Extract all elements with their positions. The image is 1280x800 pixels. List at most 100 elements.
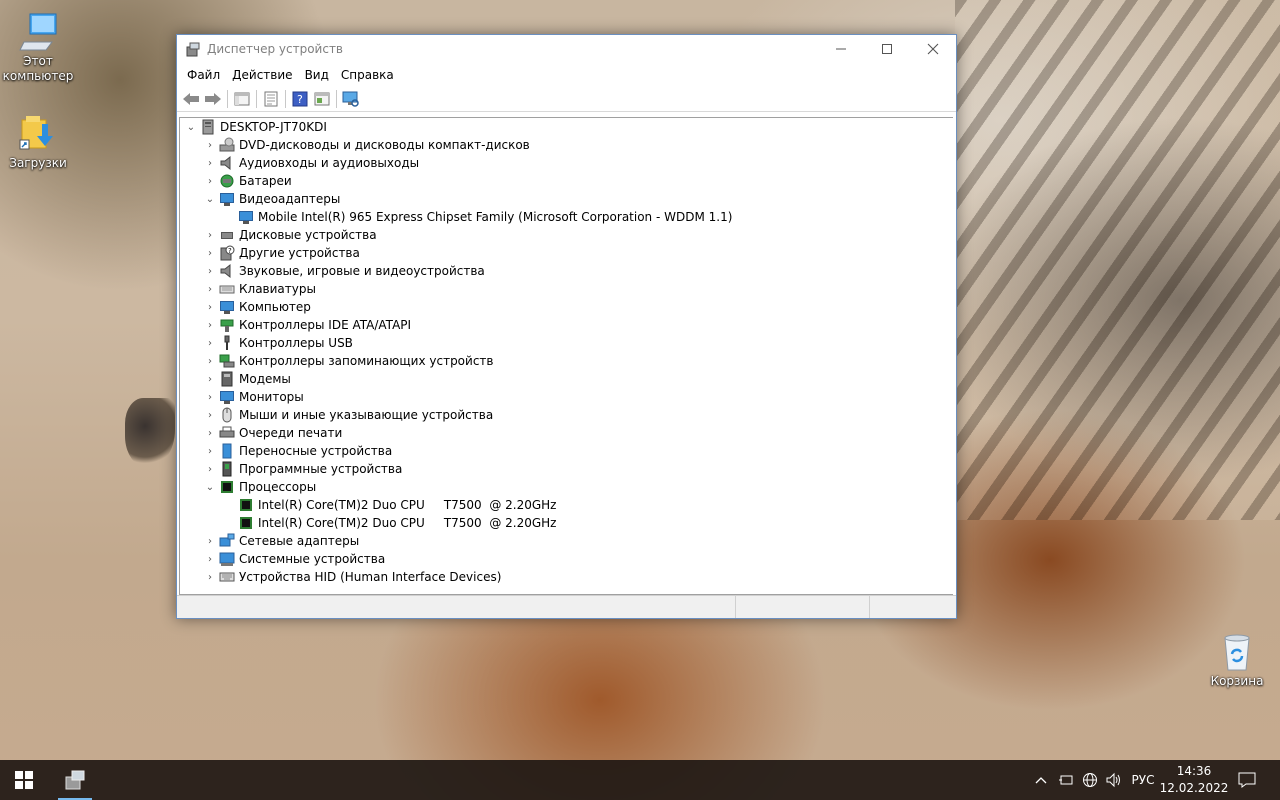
tree-category[interactable]: › Клавиатуры (180, 280, 953, 298)
help-button[interactable]: ? (289, 88, 311, 110)
expand-chevron-icon[interactable]: › (203, 334, 217, 352)
close-button[interactable] (910, 35, 956, 63)
device-manager-app-icon (65, 770, 85, 790)
tree-category[interactable]: › Сетевые адаптеры (180, 532, 953, 550)
expand-chevron-icon[interactable]: › (203, 262, 217, 280)
tree-category[interactable]: ⌄ Процессоры (180, 478, 953, 496)
tree-category[interactable]: › Мыши и иные указывающие устройства (180, 406, 953, 424)
tree-category[interactable]: › Контроллеры запоминающих устройств (180, 352, 953, 370)
tree-category-label: Программные устройства (239, 462, 403, 476)
expand-chevron-icon[interactable]: › (203, 172, 217, 190)
tree-category[interactable]: › Переносные устройства (180, 442, 953, 460)
this-pc-icon (18, 12, 58, 52)
status-pane (177, 596, 736, 618)
tree-category[interactable]: › Устройства HID (Human Interface Device… (180, 568, 953, 586)
expand-chevron-icon[interactable]: › (203, 532, 217, 550)
back-button[interactable] (180, 88, 202, 110)
tree-category[interactable]: › ? Другие устройства (180, 244, 953, 262)
processor-icon (238, 515, 254, 531)
collapse-chevron-icon[interactable]: ⌄ (203, 478, 217, 496)
tree-category[interactable]: › Программные устройства (180, 460, 953, 478)
tree-device[interactable]: Intel(R) Core(TM)2 Duo CPU T7500 @ 2.20G… (180, 496, 953, 514)
expand-chevron-icon[interactable]: › (203, 298, 217, 316)
tree-category[interactable]: › Контроллеры IDE ATA/ATAPI (180, 316, 953, 334)
tree-category[interactable]: › Аудиовходы и аудиовыходы (180, 154, 953, 172)
desktop-icon-label: Этот компьютер (2, 54, 74, 83)
device-manager-app-icon (185, 41, 201, 57)
menu-file[interactable]: Файл (181, 68, 226, 82)
close-icon (927, 43, 939, 55)
tree-category-label: Системные устройства (239, 552, 386, 566)
tree-category[interactable]: › Батареи (180, 172, 953, 190)
expand-chevron-icon[interactable]: › (203, 406, 217, 424)
processor-icon (219, 479, 235, 495)
tree-category-label: Клавиатуры (239, 282, 316, 296)
collapse-chevron-icon[interactable]: ⌄ (203, 190, 217, 208)
printer-icon (219, 425, 235, 441)
tree-device-label: Intel(R) Core(TM)2 Duo CPU T7500 @ 2.20G… (258, 498, 557, 512)
network-tray-button[interactable] (1079, 760, 1101, 800)
show-hide-tree-button[interactable] (231, 88, 253, 110)
menu-help[interactable]: Справка (335, 68, 400, 82)
speaker-volume-icon (1106, 772, 1120, 788)
tree-category[interactable]: › Компьютер (180, 298, 953, 316)
tree-category[interactable]: › Звуковые, игровые и видеоустройства (180, 262, 953, 280)
desktop-icon-recycle-bin[interactable]: Корзина (1199, 632, 1275, 689)
language-indicator[interactable]: РУС (1127, 760, 1159, 800)
taskbar-app-device-manager[interactable] (54, 760, 96, 800)
expand-chevron-icon[interactable]: › (203, 226, 217, 244)
expand-chevron-icon[interactable]: › (203, 424, 217, 442)
tree-category[interactable]: › Мониторы (180, 388, 953, 406)
menu-action[interactable]: Действие (226, 68, 298, 82)
clock[interactable]: 14:36 12.02.2022 (1160, 760, 1229, 800)
expand-chevron-icon[interactable]: › (203, 316, 217, 334)
expand-chevron-icon[interactable]: › (203, 136, 217, 154)
storage-controller-icon (219, 353, 235, 369)
tree-category-label: Видеоадаптеры (239, 192, 341, 206)
tree-category[interactable]: ⌄ Видеоадаптеры (180, 190, 953, 208)
tree-category[interactable]: › Очереди печати (180, 424, 953, 442)
tree-category-label: Звуковые, игровые и видеоустройства (239, 264, 485, 278)
maximize-icon (882, 44, 892, 54)
expand-chevron-icon[interactable]: › (203, 442, 217, 460)
forward-button[interactable] (202, 88, 224, 110)
tree-category[interactable]: › Модемы (180, 370, 953, 388)
chevron-up-icon (1035, 777, 1047, 784)
tree-category[interactable]: › Контроллеры USB (180, 334, 953, 352)
collapse-chevron-icon[interactable]: ⌄ (184, 118, 198, 136)
menu-view[interactable]: Вид (299, 68, 335, 82)
expand-chevron-icon[interactable]: › (203, 154, 217, 172)
expand-chevron-icon[interactable]: › (203, 388, 217, 406)
battery-tray-button[interactable] (1055, 760, 1077, 800)
expand-chevron-icon[interactable]: › (203, 280, 217, 298)
tree-category[interactable]: › Системные устройства (180, 550, 953, 568)
tree-root[interactable]: ⌄ DESKTOP-JT70KDI (180, 118, 953, 136)
minimize-button[interactable] (818, 35, 864, 63)
start-button[interactable] (0, 760, 48, 800)
maximize-button[interactable] (864, 35, 910, 63)
desktop-icon-this-pc[interactable]: Этот компьютер (0, 12, 76, 84)
title-bar[interactable]: Диспетчер устройств (177, 35, 956, 63)
expand-chevron-icon[interactable]: › (203, 460, 217, 478)
desktop-icon-downloads[interactable]: Загрузки (0, 114, 76, 171)
processor-icon (238, 497, 254, 513)
show-hidden-icons-button[interactable] (1030, 760, 1052, 800)
tree-device[interactable]: Intel(R) Core(TM)2 Duo CPU T7500 @ 2.20G… (180, 514, 953, 532)
computer-icon (219, 299, 235, 315)
expand-chevron-icon[interactable]: › (203, 568, 217, 586)
tree-category[interactable]: › Дисковые устройства (180, 226, 953, 244)
notifications-button[interactable] (1230, 760, 1264, 800)
view-button[interactable] (311, 88, 333, 110)
tree-device[interactable]: Mobile Intel(R) 965 Express Chipset Fami… (180, 208, 953, 226)
expand-chevron-icon[interactable]: › (203, 352, 217, 370)
status-bar (177, 595, 956, 618)
tree-category[interactable]: › DVD-дисководы и дисководы компакт-диск… (180, 136, 953, 154)
scan-hardware-button[interactable] (340, 88, 362, 110)
expand-chevron-icon[interactable]: › (203, 370, 217, 388)
expand-chevron-icon[interactable]: › (203, 550, 217, 568)
properties-button[interactable] (260, 88, 282, 110)
expand-chevron-icon[interactable]: › (203, 244, 217, 262)
volume-tray-button[interactable] (1103, 760, 1125, 800)
notification-icon (1238, 772, 1256, 788)
tree-category-label: Дисковые устройства (239, 228, 377, 242)
